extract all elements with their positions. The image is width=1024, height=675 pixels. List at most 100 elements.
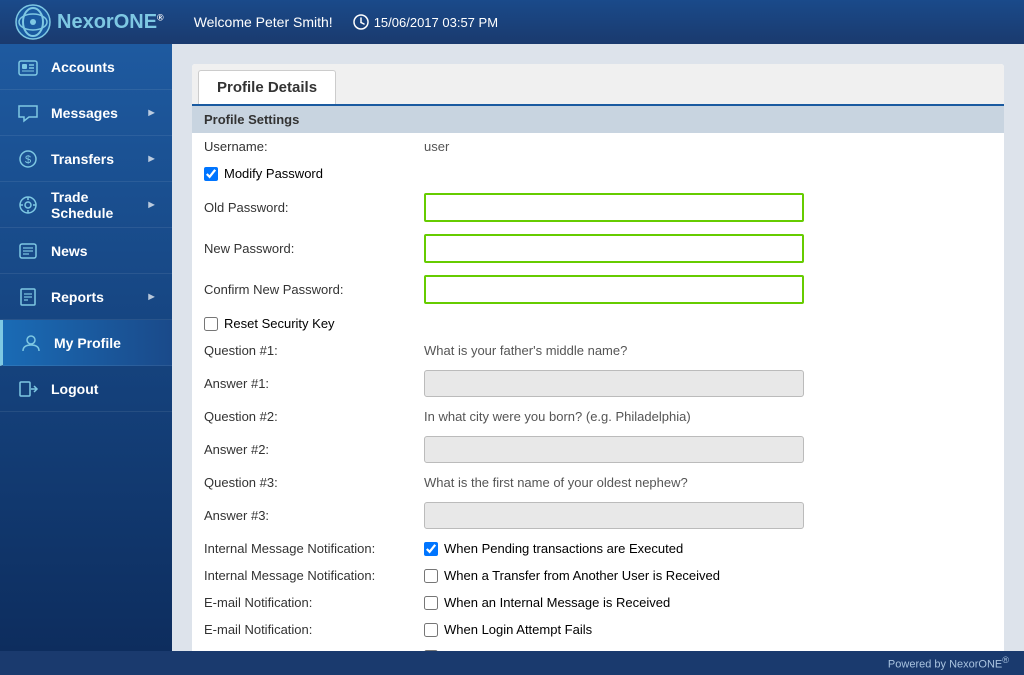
- messages-icon: [15, 100, 41, 126]
- sidebar-item-my-profile[interactable]: My Profile: [0, 320, 172, 366]
- notif-3-label: When Login Attempt Fails: [444, 622, 592, 637]
- app-footer: Powered by NexorONE®: [0, 651, 1024, 675]
- sidebar-item-news[interactable]: News: [0, 228, 172, 274]
- a1-input[interactable]: [424, 370, 804, 397]
- header-time: 15/06/2017 03:57 PM: [353, 14, 498, 30]
- notif-2-row: E-mail Notification: When an Internal Me…: [192, 589, 1004, 616]
- confirm-password-cell: [412, 269, 1004, 310]
- footer-text: Powered by NexorONE®: [888, 655, 1009, 671]
- new-password-input[interactable]: [424, 234, 804, 263]
- main-content: Profile Details Profile Settings Usernam…: [172, 44, 1024, 651]
- reports-icon: [15, 284, 41, 310]
- new-password-cell: [412, 228, 1004, 269]
- old-password-row: Old Password:: [192, 187, 1004, 228]
- sidebar-logout-label: Logout: [51, 381, 157, 397]
- notif-4-row: E-mail Notification: When Funds are Adde…: [192, 643, 1004, 651]
- header-welcome: Welcome Peter Smith! 15/06/2017 03:57 PM: [194, 14, 498, 30]
- a2-label: Answer #2:: [192, 430, 412, 469]
- a1-cell: [412, 364, 1004, 403]
- svg-text:$: $: [25, 154, 31, 166]
- notif-3-check-row: When Login Attempt Fails: [424, 622, 992, 637]
- notif-1-row: Internal Message Notification: When a Tr…: [192, 562, 1004, 589]
- notif-1-label: When a Transfer from Another User is Rec…: [444, 568, 720, 583]
- notif-0-checkbox[interactable]: [424, 542, 438, 556]
- card-body: Profile Settings Username: user Modify P…: [192, 106, 1004, 651]
- sidebar-myprofile-label: My Profile: [54, 335, 157, 351]
- messages-arrow-icon: ►: [146, 107, 157, 119]
- reset-security-checkbox-row: Reset Security Key: [204, 316, 992, 331]
- modify-password-checkbox[interactable]: [204, 167, 218, 181]
- profile-form-table: Profile Settings Username: user Modify P…: [192, 106, 1004, 651]
- q3-row: Question #3: What is the first name of y…: [192, 469, 1004, 496]
- a3-input[interactable]: [424, 502, 804, 529]
- transfers-arrow-icon: ►: [146, 153, 157, 165]
- username-value: user: [412, 133, 1004, 160]
- notif-0-label: When Pending transactions are Executed: [444, 541, 683, 556]
- sidebar-messages-label: Messages: [51, 105, 146, 121]
- notif-2-check-row: When an Internal Message is Received: [424, 595, 992, 610]
- a3-row: Answer #3:: [192, 496, 1004, 535]
- logo-text: NexorONE®: [57, 11, 164, 34]
- notif-3-checkbox[interactable]: [424, 623, 438, 637]
- notif-1-type: Internal Message Notification:: [192, 562, 412, 589]
- notif-1-checkbox[interactable]: [424, 569, 438, 583]
- sidebar-item-reports[interactable]: Reports ►: [0, 274, 172, 320]
- q2-label: Question #2:: [192, 403, 412, 430]
- notif-1-check-row: When a Transfer from Another User is Rec…: [424, 568, 992, 583]
- q2-row: Question #2: In what city were you born?…: [192, 403, 1004, 430]
- old-password-input[interactable]: [424, 193, 804, 222]
- a3-label: Answer #3:: [192, 496, 412, 535]
- reset-security-label[interactable]: Reset Security Key: [224, 316, 335, 331]
- section-header: Profile Settings: [192, 106, 1004, 133]
- sidebar-transfers-label: Transfers: [51, 151, 146, 167]
- modify-password-cell: Modify Password: [192, 160, 1004, 187]
- my-profile-icon: [18, 330, 44, 356]
- datetime-text: 15/06/2017 03:57 PM: [374, 15, 498, 30]
- section-header-row: Profile Settings: [192, 106, 1004, 133]
- confirm-password-input[interactable]: [424, 275, 804, 304]
- a1-label: Answer #1:: [192, 364, 412, 403]
- sidebar-item-messages[interactable]: Messages ►: [0, 90, 172, 136]
- a2-input[interactable]: [424, 436, 804, 463]
- notif-2-cell: When an Internal Message is Received: [412, 589, 1004, 616]
- reports-arrow-icon: ►: [146, 291, 157, 303]
- modify-password-label[interactable]: Modify Password: [224, 166, 323, 181]
- username-label: Username:: [192, 133, 412, 160]
- q1-row: Question #1: What is your father's middl…: [192, 337, 1004, 364]
- a2-row: Answer #2:: [192, 430, 1004, 469]
- app-header: NexorONE® Welcome Peter Smith! 15/06/201…: [0, 0, 1024, 44]
- notif-3-row: E-mail Notification: When Login Attempt …: [192, 616, 1004, 643]
- main-layout: Accounts Messages ► $ Transfers ► Trade …: [0, 44, 1024, 651]
- welcome-text: Welcome Peter Smith!: [194, 14, 333, 30]
- modify-password-checkbox-row: Modify Password: [204, 166, 992, 181]
- sidebar-item-transfers[interactable]: $ Transfers ►: [0, 136, 172, 182]
- notif-0-type: Internal Message Notification:: [192, 535, 412, 562]
- a3-cell: [412, 496, 1004, 535]
- sidebar-reports-label: Reports: [51, 289, 146, 305]
- profile-card: Profile Details Profile Settings Usernam…: [192, 64, 1004, 651]
- notif-4-cell: When Funds are Added to my Account: [412, 643, 1004, 651]
- notif-4-type: E-mail Notification:: [192, 643, 412, 651]
- accounts-icon: [15, 54, 41, 80]
- sidebar-item-trade-schedule[interactable]: Trade Schedule ►: [0, 182, 172, 228]
- sidebar-trade-label: Trade Schedule: [51, 189, 146, 221]
- sidebar-item-accounts[interactable]: Accounts: [0, 44, 172, 90]
- q1-value: What is your father's middle name?: [412, 337, 1004, 364]
- reset-security-checkbox[interactable]: [204, 317, 218, 331]
- news-icon: [15, 238, 41, 264]
- a1-row: Answer #1:: [192, 364, 1004, 403]
- sidebar-accounts-label: Accounts: [51, 59, 157, 75]
- q3-label: Question #3:: [192, 469, 412, 496]
- notif-3-cell: When Login Attempt Fails: [412, 616, 1004, 643]
- q2-value: In what city were you born? (e.g. Philad…: [412, 403, 1004, 430]
- notif-2-checkbox[interactable]: [424, 596, 438, 610]
- notif-3-type: E-mail Notification:: [192, 616, 412, 643]
- username-row: Username: user: [192, 133, 1004, 160]
- card-header: Profile Details: [192, 64, 1004, 106]
- notif-0-cell: When Pending transactions are Executed: [412, 535, 1004, 562]
- reset-security-row: Reset Security Key: [192, 310, 1004, 337]
- trade-schedule-icon: [15, 192, 41, 218]
- reset-security-cell: Reset Security Key: [192, 310, 1004, 337]
- sidebar-item-logout[interactable]: Logout: [0, 366, 172, 412]
- new-password-label: New Password:: [192, 228, 412, 269]
